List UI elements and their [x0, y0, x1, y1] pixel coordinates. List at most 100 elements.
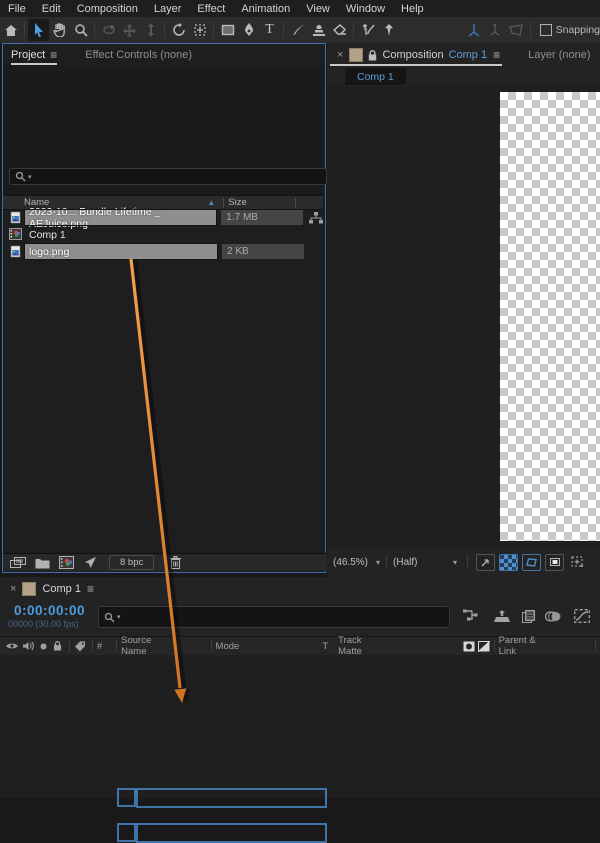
comp-color-swatch[interactable] [349, 48, 364, 62]
puppet-pin-tool-icon[interactable] [378, 19, 399, 41]
tab-effect-controls-label: Effect Controls (none) [85, 48, 193, 61]
panel-menu-icon[interactable]: ≡ [493, 48, 500, 62]
close-icon[interactable]: × [10, 583, 16, 595]
transparency-grid-icon[interactable] [499, 553, 519, 571]
close-icon[interactable]: × [337, 49, 343, 61]
dolly-camera-tool-icon[interactable] [140, 19, 161, 41]
column-header-parent-link[interactable]: Parent & Link [499, 635, 553, 657]
region-of-interest-icon[interactable] [568, 554, 587, 571]
hand-tool-icon[interactable] [49, 19, 70, 41]
project-item-size: 1.7 MB [221, 210, 303, 225]
project-item-name[interactable]: logo.png [24, 243, 218, 260]
eraser-tool-icon[interactable] [329, 19, 350, 41]
draft-3d-icon[interactable] [492, 606, 512, 626]
timeline-tab-label[interactable]: Comp 1 [42, 583, 81, 595]
column-header-mode[interactable]: Mode [216, 641, 240, 652]
project-item-row[interactable]: 2023-10... Bundle Lifetime _ AEJuice.png… [3, 206, 323, 230]
frame-blend-icon[interactable] [519, 606, 539, 626]
menu-animation[interactable]: Animation [233, 3, 298, 15]
rectangle-tool-icon[interactable] [217, 19, 238, 41]
brush-tool-icon[interactable] [287, 19, 308, 41]
viewer-comp-tab[interactable]: Comp 1 [345, 68, 406, 85]
lock-icon[interactable] [53, 641, 62, 651]
project-item-name[interactable]: Comp 1 [25, 227, 217, 242]
snapping-checkbox[interactable] [539, 24, 552, 36]
project-item-row[interactable]: Comp 1 [3, 226, 323, 243]
menu-help[interactable]: Help [393, 3, 432, 15]
new-composition-icon[interactable] [57, 555, 75, 570]
timeline-search-input[interactable]: ▾ [98, 606, 450, 628]
local-axis-mode-icon[interactable] [464, 19, 485, 41]
drop-target-row[interactable] [136, 823, 327, 843]
comp-mini-flowchart-icon[interactable] [460, 606, 480, 626]
composition-controls-bar: (46.5%) ▾ (Half) ▾ [327, 549, 600, 575]
snapshot-icon[interactable] [476, 553, 496, 571]
video-visibility-icon[interactable] [6, 642, 18, 650]
column-header-number[interactable]: # [97, 641, 102, 652]
chevron-down-icon: ▾ [376, 557, 381, 567]
menu-window[interactable]: Window [338, 3, 393, 15]
tab-layer[interactable]: Layer (none) [528, 49, 590, 61]
rotation-tool-icon[interactable] [168, 19, 189, 41]
clone-stamp-tool-icon[interactable] [308, 19, 329, 41]
drop-target-checkbox[interactable] [117, 823, 136, 842]
motion-blur-icon[interactable] [543, 606, 563, 626]
column-header-track-matte[interactable]: Track Matte [338, 635, 386, 657]
trash-icon[interactable] [166, 555, 184, 570]
pan-behind-tool-icon[interactable] [189, 19, 210, 41]
tab-project[interactable]: Project ≡ [3, 44, 65, 65]
tab-composition-comp-name[interactable]: Comp 1 [449, 49, 488, 61]
resolution-dropdown[interactable]: (Half) ▾ [387, 557, 463, 568]
audio-icon[interactable] [23, 641, 34, 651]
column-header-size[interactable]: Size [228, 197, 246, 208]
menu-composition[interactable]: Composition [69, 3, 146, 15]
comp-color-swatch[interactable] [22, 581, 37, 596]
layer-switches-icon[interactable] [477, 640, 490, 652]
column-header-t[interactable]: T [322, 641, 328, 652]
view-axis-mode-icon[interactable] [506, 19, 527, 41]
lock-icon[interactable] [368, 49, 377, 61]
roto-brush-tool-icon[interactable] [357, 19, 378, 41]
interpret-footage-icon[interactable] [9, 555, 27, 570]
column-header-source-name[interactable]: Source Name [121, 635, 176, 657]
paper-plane-icon[interactable] [81, 555, 99, 570]
search-dropdown-icon[interactable]: ▾ [28, 173, 32, 181]
timeline-layer-area[interactable] [0, 655, 600, 843]
mask-visibility-icon[interactable] [522, 553, 542, 571]
panel-menu-icon[interactable]: ≡ [87, 582, 94, 596]
project-item-row[interactable]: logo.png 2 KB [3, 243, 323, 260]
menu-effect[interactable]: Effect [189, 3, 233, 15]
color-depth-button[interactable]: 8 bpc [109, 555, 155, 570]
new-folder-icon[interactable] [33, 555, 51, 570]
magnification-dropdown[interactable]: (46.5%) ▾ [327, 557, 386, 568]
menu-file[interactable]: File [0, 3, 34, 15]
project-search-input[interactable]: ▾ [9, 168, 327, 185]
drop-target-row[interactable] [136, 788, 327, 808]
current-time-display[interactable]: 0:00:00:00 [14, 603, 85, 618]
composition-tab-row: × Composition Comp 1 ≡ Layer (none) [327, 45, 600, 65]
search-dropdown-icon[interactable]: ▾ [117, 613, 121, 621]
zoom-tool-icon[interactable] [70, 19, 91, 41]
tab-effect-controls[interactable]: Effect Controls (none) [77, 44, 200, 65]
world-axis-mode-icon[interactable] [485, 19, 506, 41]
project-item-name[interactable]: 2023-10... Bundle Lifetime _ AEJuice.png [23, 206, 218, 230]
chevron-down-icon: ▾ [453, 557, 458, 567]
menu-layer[interactable]: Layer [146, 3, 190, 15]
title-action-safe-icon[interactable] [545, 553, 565, 571]
menu-view[interactable]: View [298, 3, 338, 15]
pen-tool-icon[interactable] [238, 19, 259, 41]
orbit-camera-tool-icon[interactable] [98, 19, 119, 41]
home-icon[interactable] [0, 19, 21, 41]
composition-viewer[interactable] [327, 86, 600, 547]
pan-camera-tool-icon[interactable] [119, 19, 140, 41]
menu-edit[interactable]: Edit [34, 3, 69, 15]
tab-composition-label[interactable]: Composition [382, 49, 443, 61]
label-icon[interactable] [74, 641, 86, 652]
type-tool-icon[interactable]: T [259, 19, 280, 41]
transfer-controls-icon[interactable] [463, 641, 475, 652]
graph-editor-icon[interactable] [572, 606, 592, 626]
selection-tool-icon[interactable] [28, 19, 49, 41]
panel-menu-icon[interactable]: ≡ [50, 48, 57, 62]
solo-icon[interactable] [40, 643, 47, 650]
transparent-composition-area[interactable] [500, 92, 600, 541]
